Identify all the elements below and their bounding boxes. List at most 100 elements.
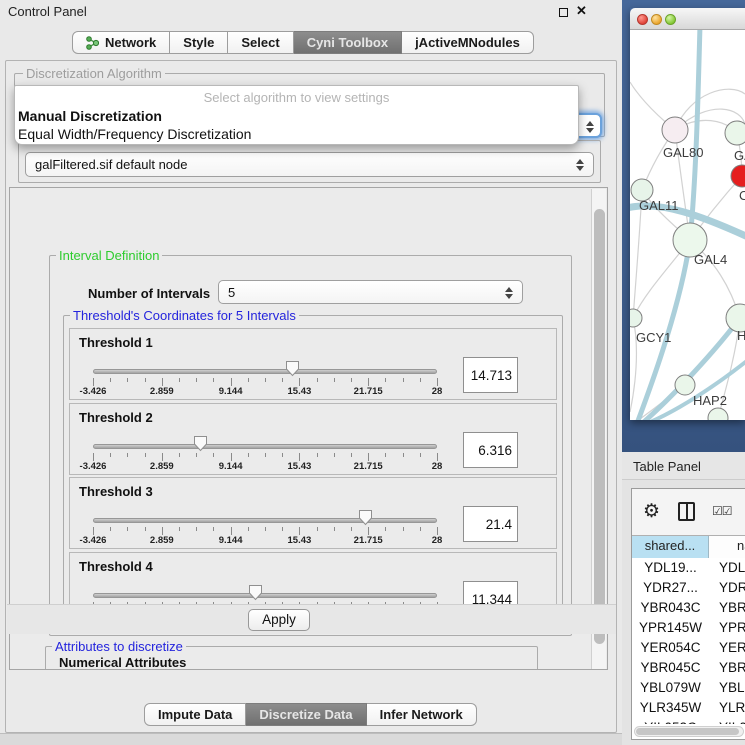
tab-select[interactable]: Select [228,31,293,54]
tab-style[interactable]: Style [170,31,228,54]
table-row[interactable]: YBL079WYBL0 [632,678,745,698]
tick-label: 2.859 [150,461,174,472]
column-header-shared-name[interactable]: shared... [632,536,709,558]
slider-track[interactable] [93,518,437,523]
table-panel-window: ⚙ ☑☑ shared... na YDL19...YDL1YDR27...YD… [631,488,745,740]
table-header-row: shared... na [632,535,745,557]
table-data-group: Table Data galFiltered.sif default node [18,140,601,183]
tick-label: 9.144 [219,535,243,546]
column-layout-icon[interactable] [678,502,695,521]
dropdown-option-manual[interactable]: Manual Discretization [15,107,578,125]
cell-name[interactable]: YBR0 [709,658,745,678]
combo-stepper[interactable] [583,117,597,136]
network-view-window: GAL80GAGAL11CGAL4GCY1HHAP2 [630,8,745,420]
network-window-titlebar[interactable] [630,8,745,30]
threshold-value-input[interactable] [463,357,518,393]
float-window-icon[interactable] [559,8,568,17]
threshold-slider[interactable]: -3.4262.8599.14415.4321.71528 [93,329,437,401]
cell-name[interactable]: YIL0 [709,718,745,724]
column-header-name[interactable]: na [709,536,745,558]
gear-icon[interactable]: ⚙ [643,500,660,523]
group-title: Interval Definition [56,248,162,263]
slider-thumb[interactable] [193,435,208,452]
slider-tick-labels: -3.4262.8599.14415.4321.71528 [93,535,437,547]
threshold-value-input[interactable] [463,432,518,468]
cell-shared-name[interactable]: YER054C [632,638,709,658]
table-row[interactable]: YBR045CYBR0 [632,658,745,678]
slider-thumb[interactable] [358,509,373,526]
threshold-slider[interactable]: -3.4262.8599.14415.4321.71528 [93,404,437,476]
minimize-traffic-light-icon[interactable] [651,14,662,25]
node-label: GCY1 [636,330,671,345]
cell-name[interactable]: YDL1 [709,558,745,578]
close-icon[interactable]: ✕ [576,3,587,19]
cell-name[interactable]: YLR3 [709,698,745,718]
slider-thumb[interactable] [248,584,263,601]
slider-track[interactable] [93,444,437,449]
cell-shared-name[interactable]: YDL19... [632,558,709,578]
attributes-to-discretize-group: Attributes to discretize Numerical Attri… [45,646,538,670]
scrollbar-thumb[interactable] [636,728,739,735]
number-of-intervals-label: Number of Intervals [88,286,210,301]
table-row[interactable]: YBR043CYBR0 [632,598,745,618]
slider-track[interactable] [93,593,437,598]
cell-name[interactable]: YBL0 [709,678,745,698]
cell-shared-name[interactable]: YBR043C [632,598,709,618]
cell-shared-name[interactable]: YBL079W [632,678,709,698]
tick-label: 15.43 [288,461,312,472]
table-row[interactable]: YLR345WYLR3 [632,698,745,718]
combo-stepper[interactable] [502,283,516,302]
apply-button[interactable]: Apply [248,609,310,631]
right-panel: GAL80GAGAL11CGAL4GCY1HHAP2 Table Panel ⚙… [622,0,745,745]
tab-jactivemnodules[interactable]: jActiveMNodules [402,31,534,54]
cell-name[interactable]: YDR2 [709,578,745,598]
cell-name[interactable]: YBR0 [709,598,745,618]
threshold-slider[interactable]: -3.4262.8599.14415.4321.71528 [93,478,437,550]
cell-name[interactable]: YPR1 [709,618,745,638]
tick-label: 28 [432,386,443,397]
table-row[interactable]: YDL19...YDL1 [632,558,745,578]
tab-infer-network[interactable]: Infer Network [367,703,477,726]
tab-impute-data[interactable]: Impute Data [144,703,246,726]
select-columns-icon[interactable]: ☑☑ [712,504,732,518]
table-horizontal-scrollbar[interactable] [634,726,744,737]
table-data-combobox[interactable]: galFiltered.sif default node [25,152,594,177]
cell-shared-name[interactable]: YLR345W [632,698,709,718]
cell-name[interactable]: YER0 [709,638,745,658]
network-graph [630,30,745,420]
tab-network-label: Network [105,35,156,50]
table-body[interactable]: YDL19...YDL1YDR27...YDR2YBR043CYBR0YPR14… [632,558,745,724]
dropdown-option-equal-width[interactable]: Equal Width/Frequency Discretization [15,125,578,143]
scrollbar-thumb[interactable] [594,209,605,644]
threshold-panel-3: Threshold 3 -3.4262.8599.14415.4321.7152… [69,477,557,549]
tick-label: 28 [432,461,443,472]
network-canvas[interactable]: GAL80GAGAL11CGAL4GCY1HHAP2 [630,30,745,420]
combo-stepper[interactable] [573,155,587,174]
table-row[interactable]: YER054CYER0 [632,638,745,658]
cell-shared-name[interactable]: YPR145W [632,618,709,638]
settings-vertical-scrollbar[interactable] [591,189,606,670]
zoom-traffic-light-icon[interactable] [665,14,676,25]
application-window: Control Panel ✕ Network Style Select Cyn… [0,0,745,745]
threshold-panel-1: Threshold 1 -3.4262.8599.14415.4321.7152… [69,328,557,400]
table-row[interactable]: YPR145WYPR1 [632,618,745,638]
tick-label: -3.426 [80,461,107,472]
cell-shared-name[interactable]: YBR045C [632,658,709,678]
cell-shared-name[interactable]: YDR27... [632,578,709,598]
tick-label: -3.426 [80,386,107,397]
threshold-value-input[interactable] [463,506,518,542]
cell-shared-name[interactable]: YIL052C [632,718,709,724]
node-label: GAL4 [694,252,727,267]
slider-ticks [93,453,437,461]
number-of-intervals-value: 5 [228,285,235,300]
tab-network[interactable]: Network [72,31,170,54]
close-traffic-light-icon[interactable] [637,14,648,25]
tab-discretize-data[interactable]: Discretize Data [246,703,366,726]
slider-thumb[interactable] [285,360,300,377]
slider-track[interactable] [93,369,437,374]
tab-cyni-toolbox[interactable]: Cyni Toolbox [294,31,402,54]
table-row[interactable]: YIL052CYIL0 [632,718,745,724]
table-row[interactable]: YDR27...YDR2 [632,578,745,598]
tick-label: 2.859 [150,535,174,546]
number-of-intervals-combobox[interactable]: 5 [218,280,523,304]
